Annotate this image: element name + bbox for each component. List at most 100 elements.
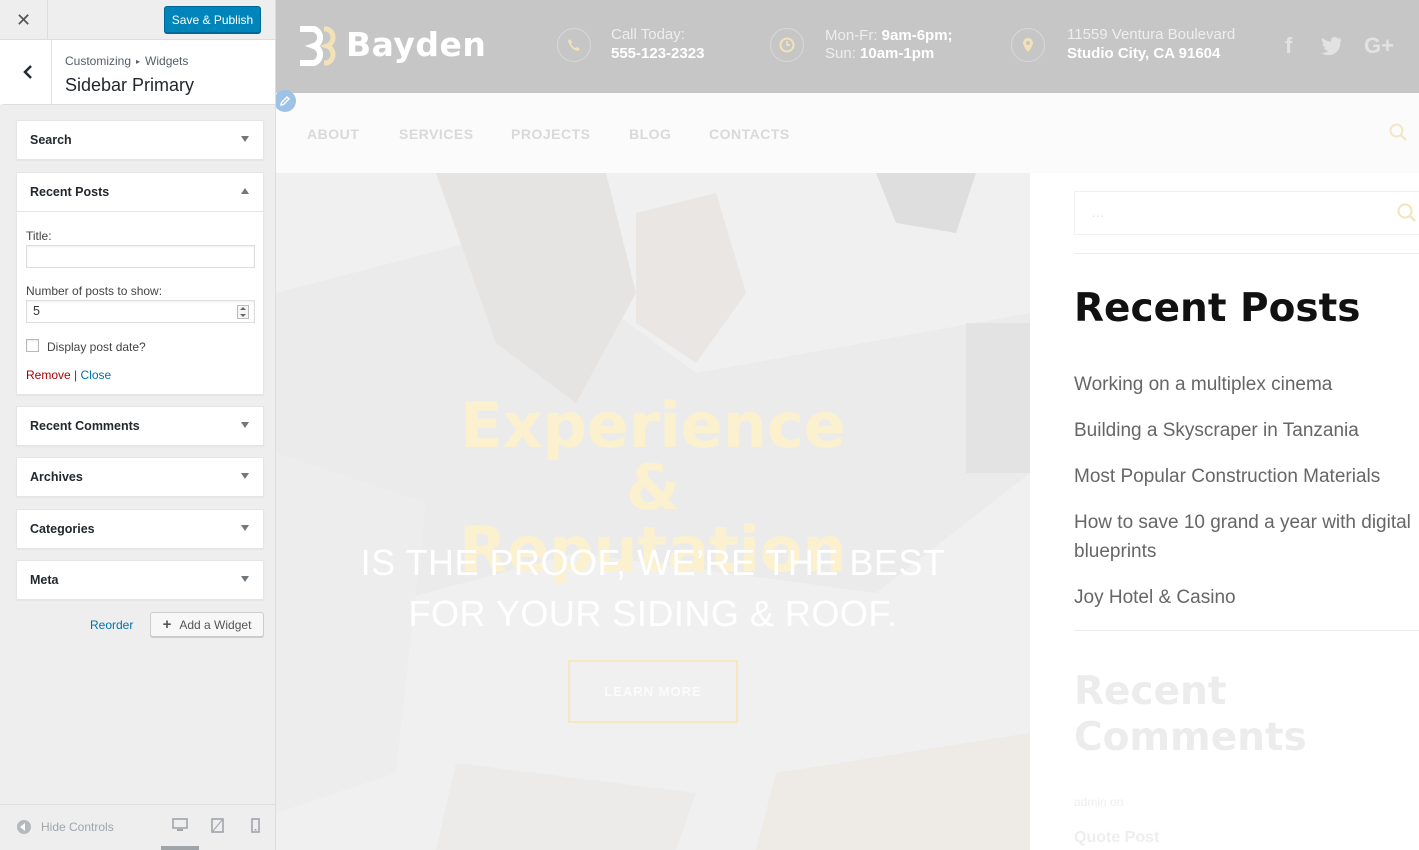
recent-posts-title: Recent Posts	[1074, 286, 1361, 331]
widget-header[interactable]: Archives	[17, 458, 263, 496]
plus-icon: +	[162, 616, 172, 633]
bayden-logo-icon[interactable]	[297, 25, 337, 67]
desktop-icon[interactable]	[172, 818, 188, 832]
widget-header[interactable]: Recent Comments	[17, 407, 263, 445]
recent-post-link[interactable]: Building a Skyscraper in Tanzania	[1074, 416, 1419, 445]
hours-sunday-label: Sun:	[825, 45, 856, 62]
recent-post-link[interactable]: Joy Hotel & Casino	[1074, 583, 1419, 612]
hero-section: Experience & Reputation IS THE PROOF, WE…	[276, 173, 1030, 850]
widget-form: Title: Number of posts to show: 5 Displa…	[17, 211, 263, 394]
main-navigation: ABOUT SERVICES PROJECTS BLOG CONTACTS	[276, 90, 1419, 173]
expand-arrow-icon[interactable]	[241, 136, 249, 142]
recent-posts-list: Working on a multiplex cinema Building a…	[1074, 370, 1419, 629]
sidebar-primary: … Recent Posts Working on a multiplex ci…	[1030, 173, 1419, 850]
expand-arrow-icon[interactable]	[241, 576, 249, 582]
breadcrumb-separator: ▸	[136, 57, 141, 66]
learn-more-button[interactable]: LEARN MORE	[568, 660, 738, 723]
widget-header[interactable]: Categories	[17, 510, 263, 548]
hours-weekday: Mon-Fr: 9am-6pm;	[825, 27, 953, 44]
call-label: Call Today:	[611, 26, 685, 43]
display-date-label: Display post date?	[47, 340, 146, 354]
hours-sunday-value: 10am-1pm	[860, 45, 935, 62]
recent-post-link[interactable]: Working on a multiplex cinema	[1074, 370, 1419, 399]
number-spinner[interactable]	[237, 305, 249, 319]
widget-meta[interactable]: Meta	[16, 560, 264, 600]
customizer-footer: Hide Controls	[0, 804, 275, 850]
section-title: Sidebar Primary	[65, 75, 195, 95]
widget-actions: Remove | Close	[26, 368, 111, 382]
call-number[interactable]: 555-123-2323	[611, 45, 704, 62]
widget-title: Categories	[30, 522, 95, 536]
close-customizer-button[interactable]: ✕	[0, 0, 48, 40]
tablet-icon[interactable]	[211, 818, 224, 833]
recent-post-link[interactable]: Most Popular Construction Materials	[1074, 462, 1419, 491]
add-widget-button[interactable]: + Add a Widget	[150, 612, 264, 637]
number-of-posts-input[interactable]: 5	[26, 300, 255, 323]
mobile-icon[interactable]	[251, 818, 260, 833]
hours-weekday-label: Mon-Fr:	[825, 27, 878, 44]
widget-recent-posts[interactable]: Recent Posts Title: Number of posts to s…	[16, 172, 264, 395]
search-icon[interactable]	[1389, 123, 1407, 141]
widget-title: Recent Posts	[30, 185, 110, 199]
nav-about[interactable]: ABOUT	[307, 126, 359, 142]
edit-shortcut-pencil-icon[interactable]	[276, 90, 296, 112]
twitter-icon[interactable]	[1321, 37, 1343, 55]
search-placeholder: …	[1091, 204, 1105, 220]
number-label: Number of posts to show:	[26, 284, 163, 298]
customizer-header: ✕ Save & Publish	[0, 0, 275, 40]
widget-header[interactable]: Recent Posts	[17, 173, 263, 211]
widget-categories[interactable]: Categories	[16, 509, 264, 549]
breadcrumb-section: Widgets	[145, 54, 189, 68]
expand-arrow-icon[interactable]	[241, 422, 249, 428]
phone-icon	[557, 28, 591, 62]
comment-meta: admin on	[1074, 795, 1124, 809]
add-widget-label: Add a Widget	[179, 617, 252, 632]
sidebar-search-input[interactable]: …	[1074, 191, 1419, 235]
widget-archives[interactable]: Archives	[16, 457, 264, 497]
chevron-left-icon	[22, 65, 32, 79]
expand-arrow-icon[interactable]	[241, 525, 249, 531]
display-date-checkbox[interactable]	[26, 339, 39, 352]
widget-title: Archives	[30, 470, 83, 484]
hide-controls-label: Hide Controls	[41, 820, 114, 834]
active-device-indicator	[161, 846, 199, 850]
divider	[1074, 253, 1419, 254]
close-link[interactable]: Close	[81, 368, 112, 382]
title-label: Title:	[26, 229, 52, 243]
hide-controls-button[interactable]: Hide Controls	[17, 820, 114, 834]
expand-arrow-icon[interactable]	[241, 473, 249, 479]
widget-search[interactable]: Search	[16, 120, 264, 160]
number-value: 5	[33, 304, 40, 318]
address-line1: 11559 Ventura Boulevard	[1067, 26, 1236, 43]
hero-subtitle: IS THE PROOF, WE’RE THE BEST FOR YOUR SI…	[360, 542, 946, 634]
collapse-arrow-icon[interactable]	[241, 188, 249, 194]
nav-projects[interactable]: PROJECTS	[511, 126, 590, 142]
nav-contacts[interactable]: CONTACTS	[709, 126, 790, 142]
clock-icon	[770, 28, 804, 62]
map-marker-icon	[1011, 28, 1045, 62]
recent-post-link[interactable]: How to save 10 grand a year with digital…	[1074, 508, 1419, 566]
link-separator: |	[74, 368, 78, 382]
facebook-icon[interactable]: f	[1285, 33, 1292, 59]
remove-link[interactable]: Remove	[26, 368, 71, 382]
nav-blog[interactable]: BLOG	[629, 126, 671, 142]
widget-title: Meta	[30, 573, 59, 587]
title-input[interactable]	[26, 245, 255, 268]
google-plus-icon[interactable]: G+	[1364, 33, 1394, 59]
widget-area-actions: Reorder + Add a Widget	[16, 612, 264, 637]
site-logo-text[interactable]: Bayden	[346, 25, 486, 64]
widget-recent-comments[interactable]: Recent Comments	[16, 406, 264, 446]
site-preview: Bayden Call Today: 555-123-2323 Mon-Fr: …	[276, 0, 1419, 850]
collapse-icon	[17, 820, 31, 834]
breadcrumb-root: Customizing	[65, 54, 132, 68]
search-icon[interactable]	[1397, 203, 1417, 223]
back-button[interactable]	[4, 40, 52, 104]
reorder-link[interactable]: Reorder	[90, 618, 133, 632]
nav-services[interactable]: SERVICES	[399, 126, 474, 142]
save-publish-button[interactable]: Save & Publish	[164, 6, 261, 33]
site-header: Bayden Call Today: 555-123-2323 Mon-Fr: …	[276, 0, 1419, 93]
comment-post-link[interactable]: Quote Post	[1074, 829, 1159, 847]
widget-header[interactable]: Search	[17, 121, 263, 159]
widget-header[interactable]: Meta	[17, 561, 263, 599]
breadcrumb: Customizing ▸ Widgets	[65, 54, 188, 68]
